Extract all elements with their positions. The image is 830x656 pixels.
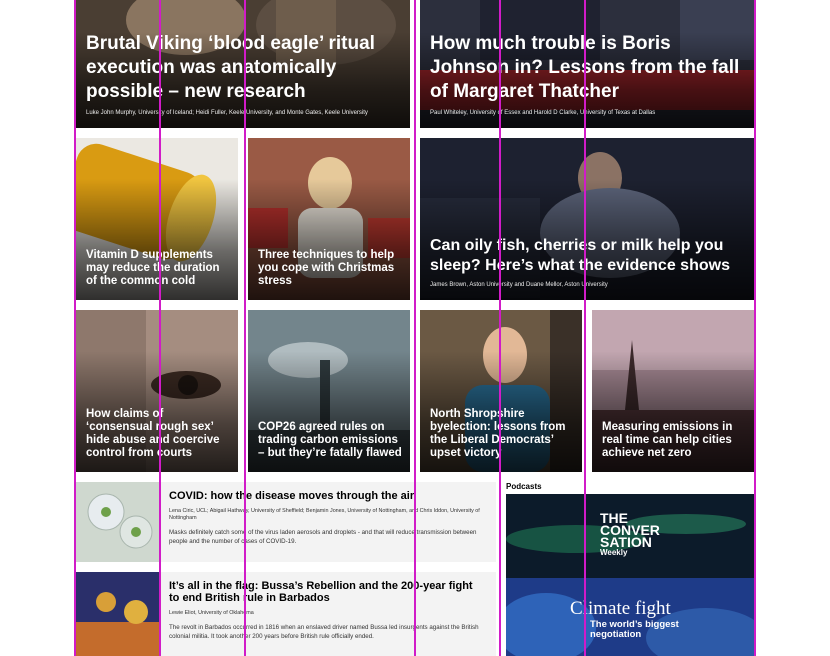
article-tile-boris[interactable]: How much trouble is Boris Johnson in? Le… xyxy=(420,0,754,128)
article-title[interactable]: COP26 agreed rules on trading carbon emi… xyxy=(258,421,402,460)
podcast-banner[interactable]: THE CONVER SATION Weekly Climate fight T… xyxy=(506,494,754,656)
podcast-episode-subtitle: The world’s biggest negotiation xyxy=(590,619,679,640)
article-tile-cop26[interactable]: COP26 agreed rules on trading carbon emi… xyxy=(248,310,410,472)
article-excerpt: Masks definitely catch some of the virus… xyxy=(169,529,477,545)
logo-line: SATION xyxy=(600,534,652,550)
guide-line xyxy=(244,0,246,656)
guide-line xyxy=(584,0,586,656)
article-title[interactable]: Three techniques to help you cope with C… xyxy=(258,249,402,288)
article-authors: James Brown, Aston University and Duane … xyxy=(430,282,608,288)
article-authors: Lewie Eliot, University of Oklahoma xyxy=(169,610,254,616)
article-tile-shropshire[interactable]: North Shropshire byelection: lessons fro… xyxy=(420,310,582,472)
guide-line xyxy=(74,0,76,656)
covid-thumbnail xyxy=(76,482,159,562)
article-authors: Paul Whiteley, University of Essex and H… xyxy=(430,110,656,116)
guide-line xyxy=(499,0,501,656)
article-card-covid[interactable]: COVID: how the disease moves through the… xyxy=(76,482,496,562)
article-tile-christmas[interactable]: Three techniques to help you cope with C… xyxy=(248,138,410,300)
podcast-logo: THE CONVER SATION Weekly xyxy=(600,511,660,558)
article-tile-vitamin[interactable]: Vitamin D supplements may reduce the dur… xyxy=(76,138,238,300)
article-title[interactable]: COVID: how the disease moves through the… xyxy=(169,490,484,502)
article-authors: Lena Ciric, UCL; Abigail Hathway, Univer… xyxy=(169,508,480,521)
article-card-bussa[interactable]: It’s all in the flag: Bussa’s Rebellion … xyxy=(76,572,496,656)
article-title[interactable]: North Shropshire byelection: lessons fro… xyxy=(430,408,574,460)
article-title[interactable]: How claims of ‘consensual rough sex’ hid… xyxy=(86,408,230,460)
bussa-thumbnail xyxy=(76,572,159,656)
article-title[interactable]: Can oily fish, cherries or milk help you… xyxy=(430,236,746,276)
article-title[interactable]: Measuring emissions in real time can hel… xyxy=(602,421,746,460)
article-tile-sleep[interactable]: Can oily fish, cherries or milk help you… xyxy=(420,138,754,300)
guide-line xyxy=(159,0,161,656)
article-tile-rough-sex[interactable]: How claims of ‘consensual rough sex’ hid… xyxy=(76,310,238,472)
article-tile-emissions[interactable]: Measuring emissions in real time can hel… xyxy=(592,310,754,472)
article-title[interactable]: How much trouble is Boris Johnson in? Le… xyxy=(430,32,746,104)
guide-line xyxy=(414,0,416,656)
podcasts-heading: Podcasts xyxy=(506,482,542,491)
article-title[interactable]: It’s all in the flag: Bussa’s Rebellion … xyxy=(169,580,484,604)
article-title[interactable]: Vitamin D supplements may reduce the dur… xyxy=(86,249,230,288)
guide-line xyxy=(754,0,756,656)
article-excerpt: The revolt in Barbados occurred in 1816 … xyxy=(169,624,479,640)
article-tile-viking[interactable]: Brutal Viking ‘blood eagle’ ritual execu… xyxy=(76,0,410,128)
